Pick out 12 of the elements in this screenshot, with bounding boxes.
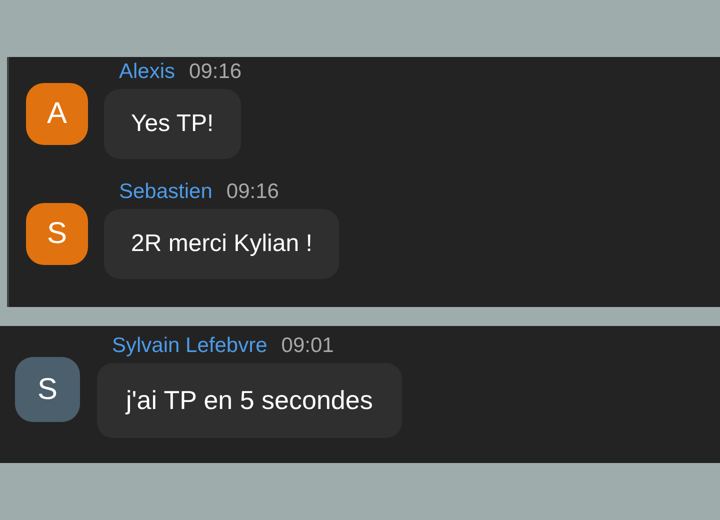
avatar[interactable]: S xyxy=(26,203,88,265)
author-name[interactable]: Sebastien xyxy=(119,179,212,205)
message-bubble: Yes TP! xyxy=(104,89,241,159)
avatar[interactable]: A xyxy=(26,83,88,145)
avatar[interactable]: S xyxy=(15,357,80,422)
timestamp: 09:16 xyxy=(189,59,242,85)
author-name[interactable]: Sylvain Lefebvre xyxy=(112,333,268,359)
author-name[interactable]: Alexis xyxy=(119,59,176,85)
message-bubble: 2R merci Kylian ! xyxy=(104,209,340,279)
timestamp: 09:16 xyxy=(226,179,279,205)
message-bubble: j'ai TP en 5 secondes xyxy=(97,363,402,438)
timestamp: 09:01 xyxy=(281,333,334,359)
